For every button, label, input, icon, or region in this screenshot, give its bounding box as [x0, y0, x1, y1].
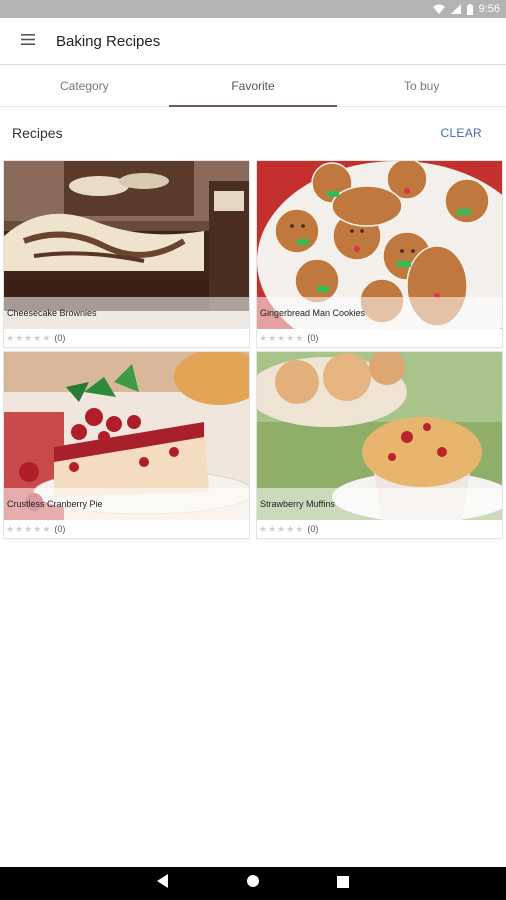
signal-icon	[450, 4, 461, 14]
menu-button[interactable]	[0, 18, 56, 64]
rating-count: (0)	[307, 524, 319, 534]
back-icon	[157, 874, 169, 893]
recipe-rating: ★ ★ ★ ★ ★ (0)	[6, 331, 65, 345]
recipe-card[interactable]: Crustless Cranberry Pie ★ ★ ★ ★ ★ (0)	[4, 352, 249, 538]
battery-icon	[466, 3, 473, 15]
star-icon: ★	[42, 523, 51, 534]
recipe-rating: ★ ★ ★ ★ ★ (0)	[259, 522, 318, 536]
star-icon: ★	[42, 332, 51, 343]
wifi-icon	[432, 4, 445, 14]
star-icon: ★	[268, 332, 277, 343]
star-icon: ★	[286, 332, 295, 343]
star-icon: ★	[33, 332, 42, 343]
home-icon	[246, 874, 260, 893]
star-icon: ★	[259, 523, 268, 534]
home-button[interactable]	[243, 874, 263, 894]
recipe-rating: ★ ★ ★ ★ ★ (0)	[259, 331, 318, 345]
section-title: Recipes	[12, 125, 63, 141]
recipe-rating: ★ ★ ★ ★ ★ (0)	[6, 522, 65, 536]
rating-count: (0)	[54, 524, 66, 534]
recipe-name: Gingerbread Man Cookies	[257, 297, 502, 329]
star-icon: ★	[6, 332, 15, 343]
star-icon: ★	[259, 332, 268, 343]
recents-button[interactable]	[333, 874, 353, 894]
star-icon: ★	[268, 523, 277, 534]
recipe-card[interactable]: Gingerbread Man Cookies ★ ★ ★ ★ ★ (0)	[257, 161, 502, 347]
star-icon: ★	[295, 332, 304, 343]
star-icon: ★	[24, 332, 33, 343]
navigation-bar	[0, 867, 506, 900]
recipe-name: Cheesecake Brownies	[4, 297, 249, 329]
recipe-card[interactable]: Cheesecake Brownies ★ ★ ★ ★ ★ (0)	[4, 161, 249, 347]
star-icon: ★	[286, 523, 295, 534]
tab-to-buy[interactable]: To buy	[337, 65, 506, 106]
tab-category[interactable]: Category	[0, 65, 169, 106]
rating-count: (0)	[54, 333, 66, 343]
star-icon: ★	[295, 523, 304, 534]
star-icon: ★	[24, 523, 33, 534]
star-icon: ★	[33, 523, 42, 534]
recents-icon	[337, 875, 349, 893]
recipe-name: Crustless Cranberry Pie	[4, 488, 249, 520]
tab-bar: Category Favorite To buy	[0, 64, 506, 107]
recipe-name: Strawberry Muffins	[257, 488, 502, 520]
status-time: 9:56	[478, 3, 500, 15]
star-icon: ★	[6, 523, 15, 534]
rating-count: (0)	[307, 333, 319, 343]
tab-favorite[interactable]: Favorite	[168, 65, 338, 107]
status-bar: 9:56	[0, 0, 506, 18]
star-icon: ★	[277, 332, 286, 343]
section-header: Recipes CLEAR	[0, 116, 506, 150]
back-button[interactable]	[153, 874, 173, 894]
star-icon: ★	[277, 523, 286, 534]
recipe-grid: Cheesecake Brownies ★ ★ ★ ★ ★ (0) Ginger…	[4, 161, 502, 538]
star-icon: ★	[15, 332, 24, 343]
clear-button[interactable]: CLEAR	[440, 126, 482, 140]
app-title: Baking Recipes	[56, 32, 161, 50]
app-bar: Baking Recipes	[0, 18, 506, 64]
recipe-card[interactable]: Strawberry Muffins ★ ★ ★ ★ ★ (0)	[257, 352, 502, 538]
star-icon: ★	[15, 523, 24, 534]
menu-icon	[21, 32, 35, 50]
